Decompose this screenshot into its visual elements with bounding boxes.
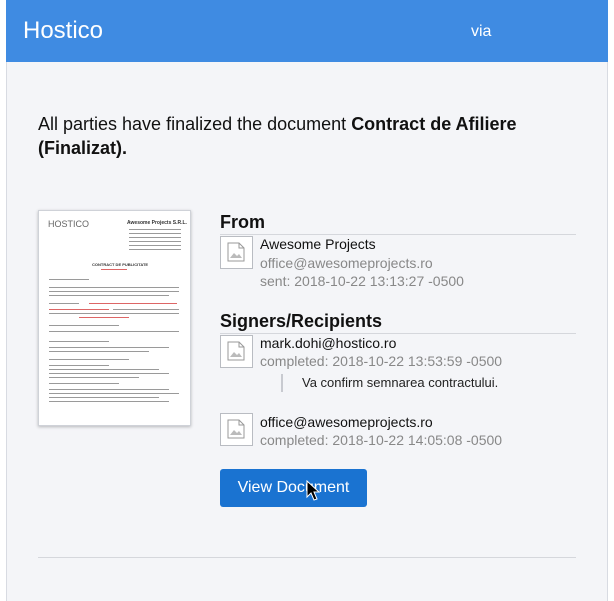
signer-email: mark.dohi@hostico.ro	[260, 335, 397, 351]
signer-avatar	[220, 335, 253, 368]
signer-status: completed: 2018-10-22 14:05:08 -0500	[260, 432, 503, 448]
sender-avatar	[220, 236, 253, 269]
mouse-pointer-icon	[306, 480, 320, 501]
signers-divider	[220, 333, 576, 334]
document-placeholder-icon	[227, 419, 245, 439]
message-text: All parties have finalized the document	[38, 114, 352, 134]
document-placeholder-icon	[227, 341, 245, 361]
from-divider	[220, 234, 576, 235]
signers-heading: Signers/Recipients	[220, 311, 383, 331]
view-document-button[interactable]: View Document	[220, 469, 367, 507]
sent-timestamp: sent: 2018-10-22 13:13:27 -0500	[260, 273, 464, 289]
via-label: via	[471, 23, 492, 40]
thumbnail-title: CONTRACT DE PUBLICITATE	[92, 262, 149, 267]
signer-comment: Va confirm semnarea contractului.	[281, 374, 498, 392]
document-thumbnail[interactable]: HOSTICO Awesome Projects S.R.L. CONTRACT…	[38, 210, 191, 426]
brand-name: Hostico	[23, 17, 104, 44]
header-bar: Hostico via	[6, 0, 608, 62]
footer-divider	[38, 557, 576, 558]
thumbnail-company: Awesome Projects S.R.L.	[127, 220, 187, 226]
document-placeholder-icon	[227, 242, 245, 262]
thumbnail-logo: HOSTICO	[48, 219, 90, 229]
from-heading: From	[220, 212, 265, 232]
sender-name: Awesome Projects	[260, 236, 376, 252]
sender-email: office@awesomeprojects.ro	[260, 255, 433, 271]
finalized-message: All parties have finalized the document …	[38, 112, 578, 160]
signer-avatar	[220, 413, 253, 446]
signer-status: completed: 2018-10-22 13:53:59 -0500	[260, 353, 503, 369]
signer-email: office@awesomeprojects.ro	[260, 414, 433, 430]
